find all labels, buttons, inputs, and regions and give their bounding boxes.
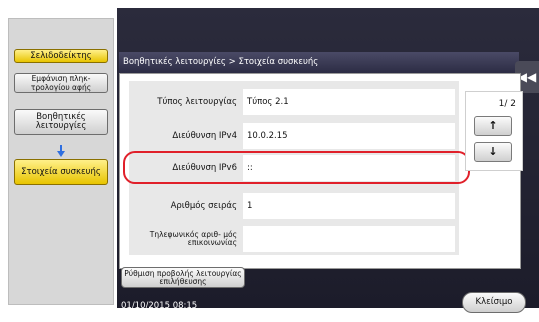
row-function-type: Τύπος λειτουργίας Τύπος 2.1 xyxy=(129,88,457,116)
row-label: Διεύθυνση IPv4 xyxy=(172,130,237,141)
sidebar-item-bookmark[interactable]: Σελιδοδείκτης xyxy=(14,49,108,63)
row-label: Αριθμός σειράς xyxy=(170,200,237,211)
close-button[interactable]: Κλείσιμο xyxy=(462,292,526,313)
row-value: 10.0.2.15 xyxy=(243,123,455,149)
view-settings-button[interactable]: Ρύθμιση προβολής λειτουργίας επιλήθευσης xyxy=(121,267,245,288)
datetime: 01/10/2015 08:15 xyxy=(121,301,198,311)
row-value: Τύπος 2.1 xyxy=(243,89,455,115)
page-up-button[interactable]: ↑ xyxy=(474,116,512,136)
main-panel: Βοηθητικές λειτουργίες > Στοιχεία συσκευ… xyxy=(117,8,539,313)
sidebar-item-device-info[interactable]: Στοιχεία συσκευής xyxy=(14,159,108,185)
sidebar-item-touch-keyboard[interactable]: Εμφάνιση πληκ- τρολογίου αφής xyxy=(14,73,108,93)
row-label: Τηλεφωνικός αριθ- μός επικοινωνίας xyxy=(149,230,237,247)
row-label: Τύπος λειτουργίας xyxy=(157,96,237,107)
sidebar-item-utility[interactable]: Βοηθητικές λειτουργίες xyxy=(14,109,108,135)
ipv6-highlight-ring xyxy=(123,151,470,184)
breadcrumb: Βοηθητικές λειτουργίες > Στοιχεία συσκευ… xyxy=(119,52,519,73)
arrow-down-icon xyxy=(57,151,65,157)
page-down-button[interactable]: ↓ xyxy=(474,142,512,162)
row-value xyxy=(243,226,455,252)
left-sidebar: Σελιδοδείκτης Εμφάνιση πληκ- τρολογίου α… xyxy=(8,18,114,305)
row-value: 1 xyxy=(243,193,455,219)
pager: 1/ 2 ↑ ↓ xyxy=(465,91,523,171)
device-info-content: Τύπος λειτουργίας Τύπος 2.1 Διεύθυνση IP… xyxy=(119,73,523,269)
page-indicator: 1/ 2 xyxy=(498,99,516,109)
row-serial-number: Αριθμός σειράς 1 xyxy=(129,192,457,220)
device-screen: Σελιδοδείκτης Εμφάνιση πληκ- τρολογίου α… xyxy=(0,8,539,313)
row-ipv4: Διεύθυνση IPv4 10.0.2.15 xyxy=(129,122,457,150)
row-contact-phone: Τηλεφωνικός αριθ- μός επικοινωνίας xyxy=(129,225,457,253)
